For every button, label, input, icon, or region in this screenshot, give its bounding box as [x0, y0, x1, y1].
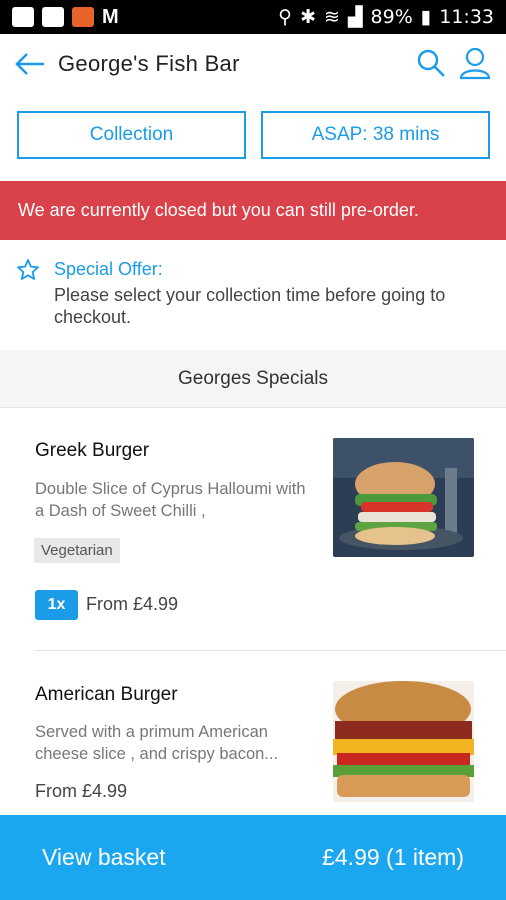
- app-notification-icon: [72, 7, 94, 27]
- clock: 11:33: [439, 6, 494, 28]
- basket-total: £4.99 (1 item): [322, 844, 464, 870]
- app-bar: George's Fish Bar: [0, 34, 506, 96]
- special-offer-title: Special Offer:: [54, 259, 163, 279]
- menu-item[interactable]: American Burger Served with a primum Ame…: [0, 651, 506, 815]
- quantity-badge: 1x: [35, 590, 78, 620]
- gallery-icon: [42, 7, 64, 27]
- menu-section-header: Georges Specials: [0, 350, 506, 408]
- account-icon[interactable]: [458, 46, 492, 80]
- wifi-icon: ≋: [323, 6, 340, 28]
- item-price: From £4.99: [86, 594, 179, 614]
- menu-item[interactable]: Greek Burger Double Slice of Cyprus Hall…: [0, 408, 506, 650]
- special-offer: Special Offer: Please select your collec…: [0, 240, 506, 350]
- back-arrow-icon[interactable]: [14, 50, 46, 78]
- view-basket-label: View basket: [42, 844, 166, 870]
- view-basket-button[interactable]: View basket £4.99 (1 item): [0, 815, 506, 900]
- signal-icon: ▟: [347, 6, 363, 28]
- search-icon[interactable]: [416, 48, 446, 78]
- bluetooth-icon: ✱: [300, 6, 316, 28]
- status-bar: M ⚲ ✱ ≋ ▟ 89% ▮ 11:33: [0, 0, 506, 34]
- item-name: Greek Burger: [35, 440, 150, 461]
- item-price: From £4.99: [35, 781, 128, 801]
- item-name: American Burger: [35, 684, 178, 705]
- item-description: Served with a primum American cheese sli…: [35, 723, 279, 763]
- battery-icon: ▮: [420, 6, 432, 28]
- item-description: Double Slice of Cyprus Halloumi with a D…: [35, 480, 306, 520]
- star-icon: [17, 259, 39, 280]
- item-image: [333, 438, 474, 557]
- youtube-icon: [12, 7, 34, 27]
- collection-time-button[interactable]: ASAP: 38 mins: [261, 111, 490, 159]
- dietary-tag: Vegetarian: [34, 538, 120, 563]
- item-image: [333, 681, 474, 802]
- closed-banner: We are currently closed but you can stil…: [0, 181, 506, 240]
- location-icon: ⚲: [278, 6, 293, 28]
- battery-level: 89%: [370, 6, 413, 28]
- special-offer-text: Please select your collection time befor…: [54, 285, 446, 327]
- page-title: George's Fish Bar: [58, 51, 240, 76]
- gmail-icon: M: [102, 5, 119, 28]
- collection-button[interactable]: Collection: [17, 111, 246, 159]
